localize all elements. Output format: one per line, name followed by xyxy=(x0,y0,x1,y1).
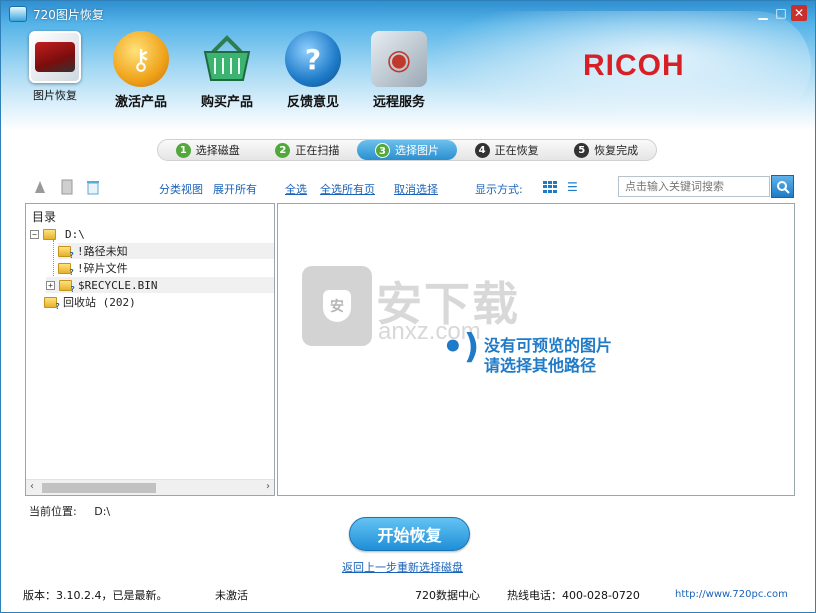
step-recovering: 4 正在恢复 xyxy=(457,140,557,160)
app-logo-icon xyxy=(9,6,27,22)
data-center-label: 720数据中心 xyxy=(415,589,480,602)
empty-state-icon: •) xyxy=(442,327,480,367)
hotline-label: 热线电话：400-028-0720 xyxy=(507,589,640,602)
drive-icon[interactable] xyxy=(31,178,49,196)
folder-question-icon: ? xyxy=(44,296,60,311)
search-button[interactable] xyxy=(771,175,794,198)
current-location-label: 当前位置: xyxy=(29,505,77,518)
recycle-icon[interactable] xyxy=(84,178,102,196)
brand-logo: RICOH xyxy=(583,49,685,82)
step-complete: 5 恢复完成 xyxy=(556,140,656,160)
nav-label: 反馈意见 xyxy=(286,95,339,110)
back-reselect-disk-link[interactable]: 返回上一步重新选择磁盘 xyxy=(342,559,463,575)
watermark-bag-icon: 安 xyxy=(302,266,372,346)
nav-label: 激活产品 xyxy=(114,95,167,110)
nav-feedback[interactable]: ? 反馈意见 xyxy=(273,31,353,110)
website-link[interactable]: http://www.720pc.com xyxy=(675,589,788,600)
folder-question-icon: ? xyxy=(58,245,74,260)
minimize-button[interactable]: ▁ xyxy=(755,5,771,21)
image-preview-panel: 安 安下载 anxz.com •) 没有可预览的图片 请选择其他路径 xyxy=(277,203,795,496)
step-progress-bar: 1 选择磁盘 2 正在扫描 3 选择图片 4 正在恢复 5 恢复完成 xyxy=(157,139,657,161)
step-select-images: 3 选择图片 xyxy=(357,140,457,160)
folder-question-icon: ? xyxy=(59,279,75,294)
close-button[interactable]: ✕ xyxy=(791,5,807,21)
collapse-icon[interactable]: − xyxy=(30,229,39,239)
remote-service-icon: ◉ xyxy=(371,31,427,87)
step-scanning: 2 正在扫描 xyxy=(258,140,358,160)
list-view-icon[interactable]: ☰ xyxy=(567,181,578,193)
current-location: 当前位置: D:\ xyxy=(29,503,124,519)
current-location-value: D:\ xyxy=(94,505,111,518)
app-window: 720图片恢复 ▁ □ ✕ 图片恢复 ⚷ 激活产品 购买产品 ? 反馈意见 ◉ … xyxy=(0,0,816,613)
version-status: 版本：3.10.2.4，已是最新。 xyxy=(23,589,168,602)
file-icon[interactable] xyxy=(58,178,76,196)
scrollbar-thumb[interactable] xyxy=(42,483,156,493)
scroll-right-icon[interactable]: › xyxy=(266,481,270,492)
key-icon: ⚷ xyxy=(113,31,169,87)
nav-label: 购买产品 xyxy=(200,95,253,110)
tree-node-unknown-path[interactable]: ? !路径未知 xyxy=(58,243,274,260)
scroll-left-icon[interactable]: ‹ xyxy=(30,481,34,492)
empty-state-hint: 请选择其他路径 xyxy=(484,356,597,375)
folder-question-icon: ? xyxy=(58,262,74,277)
horizontal-scrollbar[interactable]: ‹ › xyxy=(26,479,274,495)
window-title: 720图片恢复 xyxy=(33,8,104,22)
status-bar: 版本：3.10.2.4，已是最新。 未激活 720数据中心 热线电话：400-0… xyxy=(1,581,815,612)
activation-status: 未激活 xyxy=(215,589,248,602)
nav-label: 远程服务 xyxy=(372,95,425,110)
nav-label: 图片恢复 xyxy=(33,89,77,102)
cancel-selection-link[interactable]: 取消选择 xyxy=(394,181,438,197)
photo-stack-icon xyxy=(29,31,81,83)
tree-node-root[interactable]: − D:\ xyxy=(30,226,85,242)
help-icon: ? xyxy=(285,31,341,87)
search-icon xyxy=(776,180,790,194)
expand-all-link[interactable]: 展开所有 xyxy=(213,181,257,197)
select-all-pages-link[interactable]: 全选所有页 xyxy=(320,181,375,197)
basket-icon xyxy=(199,31,255,87)
tree-node-recycle[interactable]: ? 回收站 (202) xyxy=(44,294,136,311)
select-all-link[interactable]: 全选 xyxy=(285,181,307,197)
nav-buy-product[interactable]: 购买产品 xyxy=(187,31,267,110)
tree-node-recycle-bin-folder[interactable]: + ? $RECYCLE.BIN xyxy=(46,277,274,294)
category-view-link[interactable]: 分类视图 xyxy=(159,181,203,197)
tree-node-fragments[interactable]: ? !碎片文件 xyxy=(58,260,128,277)
maximize-button[interactable]: □ xyxy=(773,5,789,21)
step-select-disk: 1 选择磁盘 xyxy=(158,140,258,160)
nav-remote-service[interactable]: ◉ 远程服务 xyxy=(359,31,439,110)
display-mode-label: 显示方式: xyxy=(475,183,523,196)
folder-icon xyxy=(43,228,56,240)
expand-icon[interactable]: + xyxy=(46,280,55,290)
nav-activate-product[interactable]: ⚷ 激活产品 xyxy=(101,31,181,110)
directory-tree-panel: 目录 − D:\ ? !路径未知 ? !碎片文件 + ? $RECYCLE.BI… xyxy=(25,203,275,496)
start-recovery-button[interactable]: 开始恢复 xyxy=(349,517,470,551)
grid-view-icon[interactable] xyxy=(543,181,557,193)
search-input[interactable] xyxy=(618,176,770,197)
tree-title: 目录 xyxy=(32,210,57,224)
nav-photo-recovery[interactable]: 图片恢复 xyxy=(15,31,95,103)
title-bar: 720图片恢复 ▁ □ ✕ xyxy=(1,1,815,27)
header-banner: 720图片恢复 ▁ □ ✕ 图片恢复 ⚷ 激活产品 购买产品 ? 反馈意见 ◉ … xyxy=(1,1,815,131)
